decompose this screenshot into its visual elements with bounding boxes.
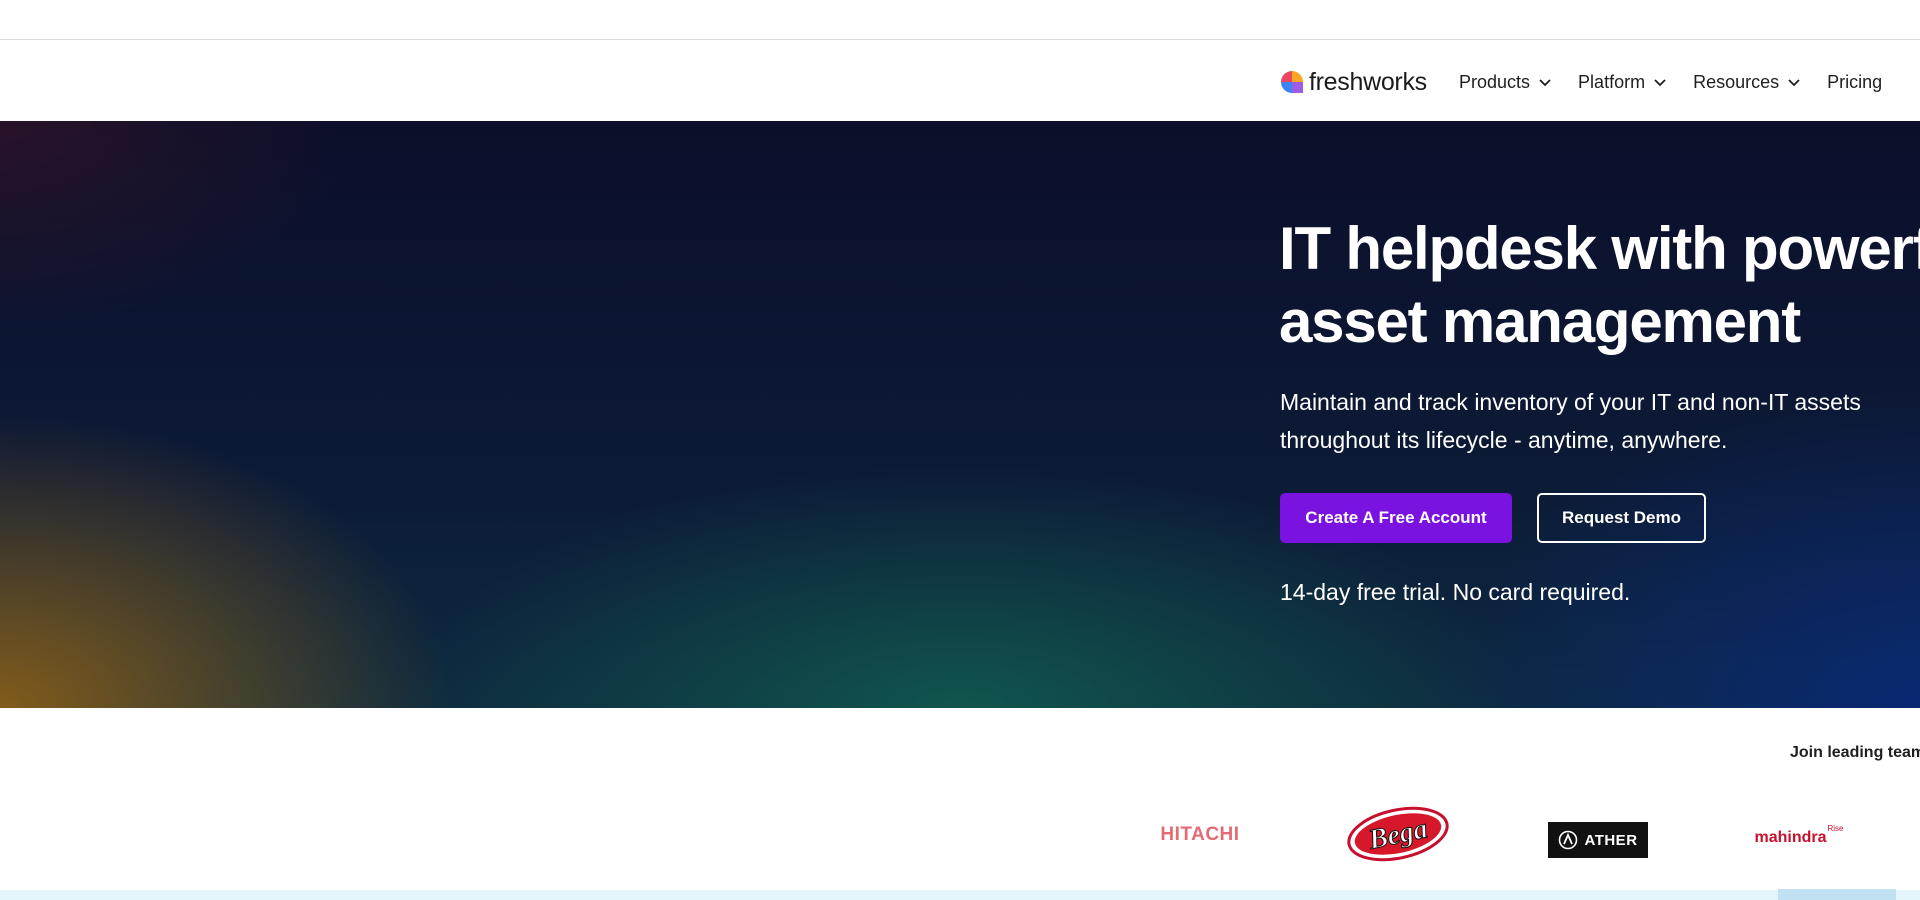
nav-pricing[interactable]: Pricing xyxy=(1827,72,1882,93)
chevron-down-icon xyxy=(1654,79,1666,87)
ather-logo-text: ATHER xyxy=(1584,831,1638,849)
main-nav: Products Platform Resources Pricing xyxy=(1459,67,1882,97)
create-free-account-button[interactable]: Create A Free Account xyxy=(1280,493,1512,543)
mahindra-logo-superscript: Rise xyxy=(1827,823,1844,833)
hero-title: IT helpdesk with powerfu asset managemen… xyxy=(1279,215,1920,355)
nav-pricing-label: Pricing xyxy=(1827,71,1883,92)
nav-products[interactable]: Products xyxy=(1459,72,1552,93)
next-section-band xyxy=(0,890,1920,900)
customer-logos-section: Join leading team HITACHI Bega ATHER mah… xyxy=(0,708,1920,890)
hitachi-logo: HITACHI xyxy=(1160,824,1240,845)
ather-mark-icon xyxy=(1559,830,1578,850)
browser-top-strip xyxy=(0,0,1920,40)
nav-resources[interactable]: Resources xyxy=(1693,72,1801,93)
chevron-down-icon xyxy=(1788,79,1800,87)
freshworks-logo[interactable]: freshworks xyxy=(1279,65,1427,99)
chevron-down-icon xyxy=(1539,79,1551,87)
mahindra-logo: mahindra Rise xyxy=(1744,823,1854,853)
site-header: freshworks Products Platform Resources P… xyxy=(0,41,1920,121)
logo-wordmark: freshworks xyxy=(1309,67,1427,96)
ather-logo: ATHER xyxy=(1548,822,1648,858)
logos-heading: Join leading team xyxy=(1790,744,1920,761)
trial-note: 14-day free trial. No card required. xyxy=(1280,579,1631,605)
mahindra-logo-text: mahindra xyxy=(1754,829,1827,846)
bega-logo-mark: Bega xyxy=(1347,806,1449,862)
nav-platform-label: Platform xyxy=(1578,71,1646,92)
request-demo-button[interactable]: Request Demo xyxy=(1537,493,1706,543)
nav-platform[interactable]: Platform xyxy=(1578,72,1667,93)
nav-products-label: Products xyxy=(1459,71,1531,92)
nav-resources-label: Resources xyxy=(1693,71,1780,92)
freshworks-logo-icon xyxy=(1281,71,1303,93)
bega-logo: Bega xyxy=(1345,806,1451,862)
hero-subtitle: Maintain and track inventory of your IT … xyxy=(1280,389,1861,453)
next-section-chip xyxy=(1778,889,1896,900)
